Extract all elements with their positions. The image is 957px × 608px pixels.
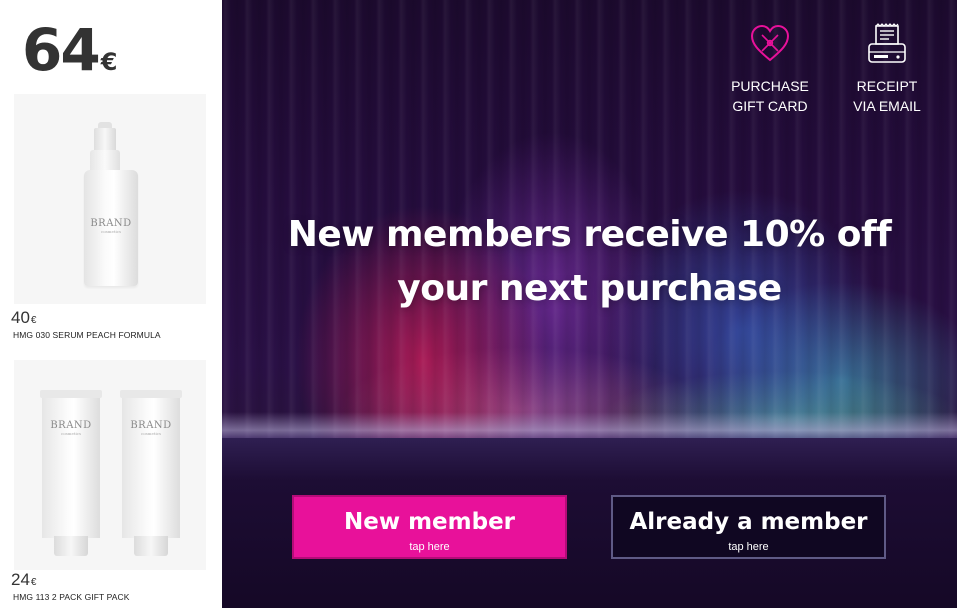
product-image-serum: BRAND cosmetics [14,94,206,304]
brand-label: BRAND cosmetics [90,218,132,234]
tube-illustration: BRAND cosmetics [40,390,102,558]
new-member-button[interactable]: New member tap here [292,495,567,559]
cart-total: 64€ [22,16,117,84]
product-name: HMG 030 SERUM PEACH FORMULA [13,330,161,340]
new-member-hint: tap here [409,541,450,553]
new-member-label: New member [343,509,516,535]
already-member-label: Already a member [629,509,868,535]
serum-bottle-illustration: BRAND cosmetics [84,122,138,286]
already-member-hint: tap here [728,541,769,553]
receipt-via-email-button[interactable]: RECEIPT VIA EMAIL [842,22,932,116]
heart-gift-icon [750,24,790,62]
brand-label: BRAND cosmetics [50,420,92,436]
already-member-button[interactable]: Already a member tap here [611,495,886,559]
brand-label: BRAND cosmetics [130,420,172,436]
product-price: 24€ [11,570,37,589]
cart-panel: 64€ BRAND cosmetics 40€ HMG 030 SERUM PE… [0,0,222,608]
product-image-gift-pack: BRAND cosmetics BRAND cosmetics [14,360,206,570]
promo-screen: PURCHASE GIFT CARD RECEIPT VIA EMAIL New… [222,0,957,608]
cart-total-currency: € [100,48,118,76]
promo-headline-line1: New members receive 10% off [287,214,892,255]
tube-illustration: BRAND cosmetics [120,390,182,558]
receipt-printer-icon [868,23,906,63]
product-name: HMG 113 2 PACK GIFT PACK [13,592,130,602]
purchase-gift-card-button[interactable]: PURCHASE GIFT CARD [725,22,815,116]
promo-headline-line2: your next purchase [397,268,782,309]
product-price: 40€ [11,308,37,327]
cart-total-amount: 64 [22,16,101,84]
promo-headline: New members receive 10% off your next pu… [222,208,957,316]
